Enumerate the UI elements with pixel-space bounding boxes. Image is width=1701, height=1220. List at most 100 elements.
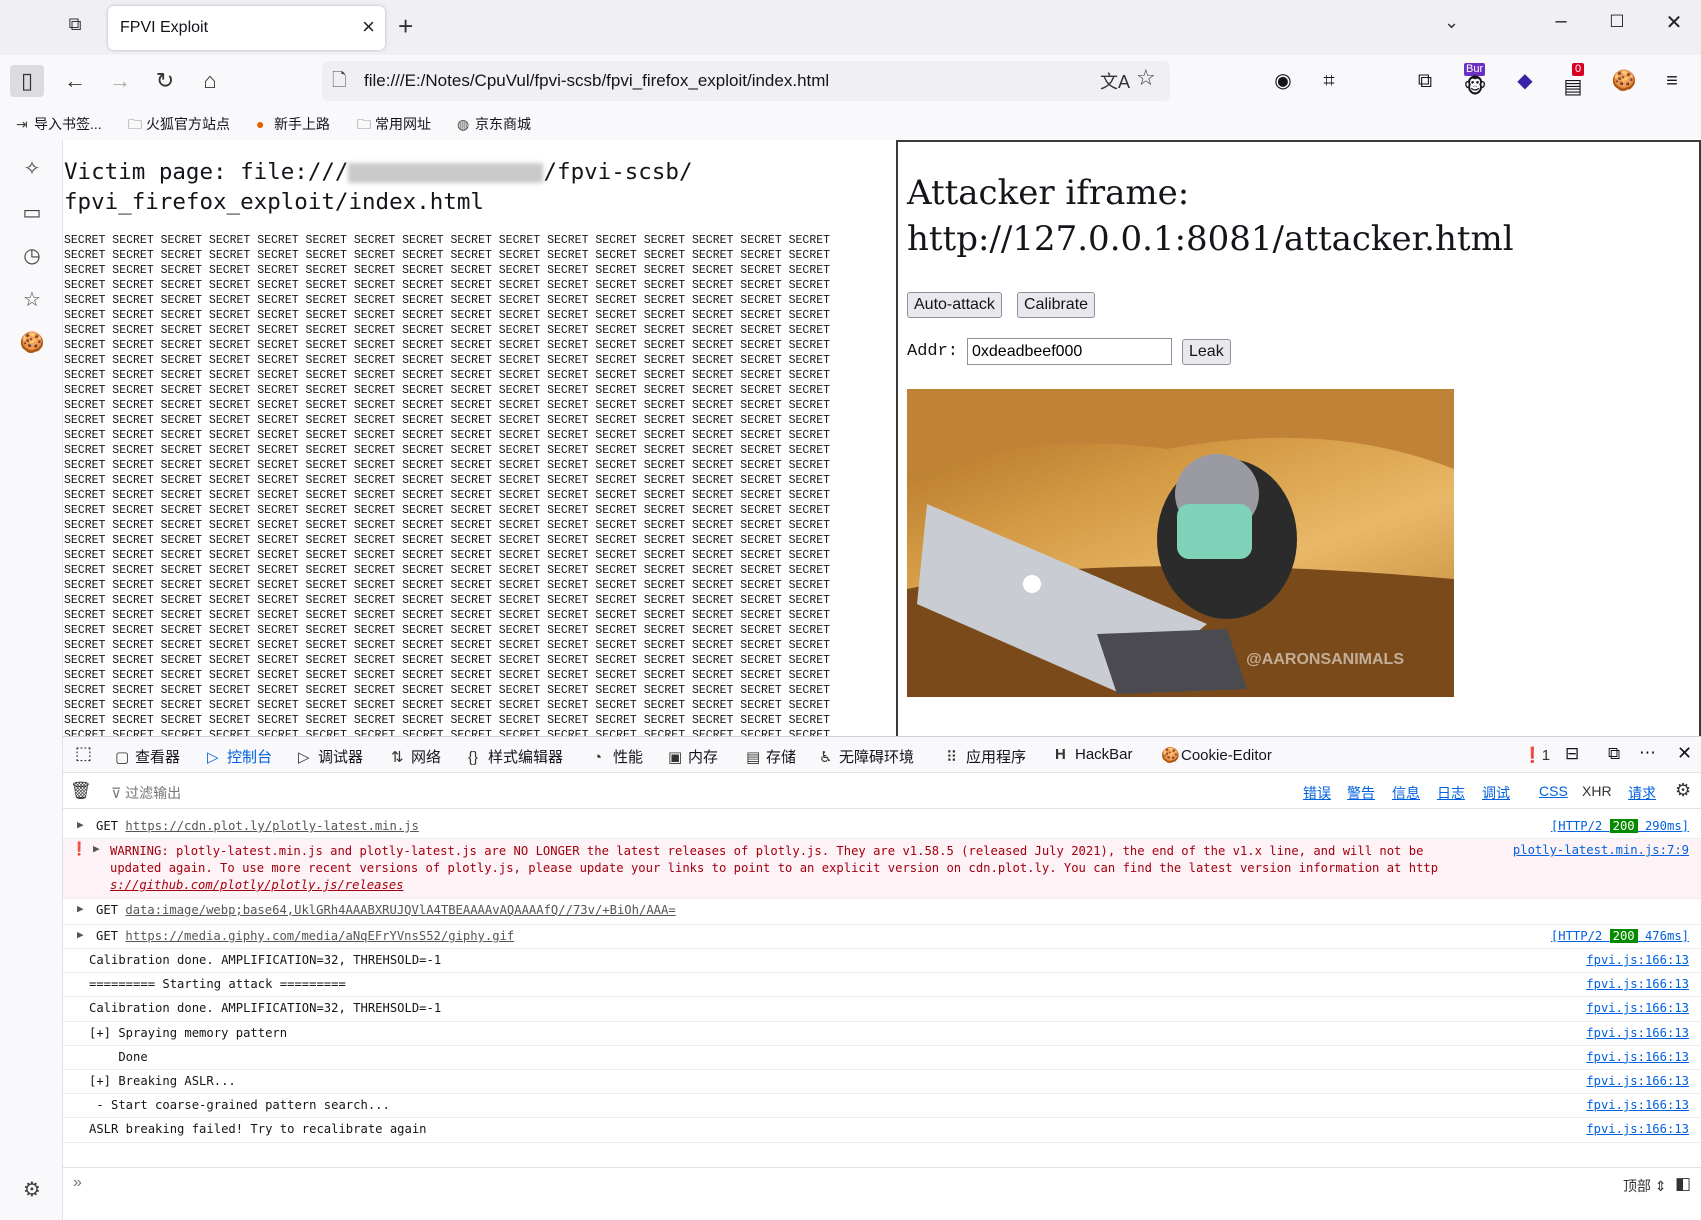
dock-icon[interactable]: ⧉	[1608, 744, 1620, 764]
tab-performance[interactable]: ◔ 性能	[593, 746, 643, 767]
extensions-puzzle-icon[interactable]: ⧉	[1408, 65, 1442, 97]
expand-arrow-icon[interactable]: ▶	[93, 842, 100, 855]
console-log-row[interactable]: - Start coarse-grained pattern search...…	[63, 1094, 1701, 1119]
console-log-row[interactable]: ASLR breaking failed! Try to recalibrate…	[63, 1118, 1701, 1143]
addr-input[interactable]	[967, 338, 1172, 365]
tab-accessibility[interactable]: ♿ 无障碍环境	[819, 746, 914, 767]
synced-tabs-icon[interactable]: ▭	[18, 200, 46, 228]
source-location[interactable]: fpvi.js:166:13	[1586, 1026, 1689, 1040]
cookie-extension-icon[interactable]: 🍪	[1607, 65, 1641, 97]
source-location[interactable]: fpvi.js:166:13	[1586, 1074, 1689, 1088]
split-console-icon[interactable]: ⊟	[1565, 744, 1579, 764]
console-network-row[interactable]: ▶ GET data:image/webp;base64,UklGRh4AAAB…	[63, 899, 1701, 925]
tab-network[interactable]: ⇅ 网络	[391, 746, 441, 767]
filter-errors[interactable]: 错误	[1303, 783, 1331, 803]
close-window-icon[interactable]: ✕	[1654, 10, 1694, 35]
source-location[interactable]: fpvi.js:166:13	[1586, 977, 1689, 991]
bookmark-folder-common[interactable]: 🗀 常用网址	[357, 114, 431, 138]
new-tab-icon[interactable]: +	[398, 12, 413, 40]
settings-gear-icon[interactable]: ⚙	[18, 1177, 46, 1205]
console-network-row[interactable]: ▶ GET https://media.giphy.com/media/aNqE…	[63, 925, 1701, 949]
url-bar[interactable]: 🗋 file:///E:/Notes/CpuVul/fpvi-scsb/fpvi…	[322, 61, 1170, 101]
console-log-row[interactable]: Calibration done. AMPLIFICATION=32, THRE…	[63, 997, 1701, 1022]
tab-memory[interactable]: ▣ 内存	[668, 746, 718, 767]
console-settings-gear-icon[interactable]: ⚙	[1675, 780, 1691, 801]
minimize-icon[interactable]: –	[1541, 10, 1581, 33]
forward-icon[interactable]: →	[103, 65, 137, 97]
request-meta[interactable]: [HTTP/2 200 476ms]	[1551, 929, 1689, 943]
console-network-row[interactable]: ▶ GET https://cdn.plot.ly/plotly-latest.…	[63, 815, 1701, 839]
console-error-row[interactable]: ❗ ▶ WARNING: plotly-latest.min.js and pl…	[63, 839, 1701, 899]
diamond-extension-icon[interactable]: ◆	[1508, 65, 1542, 97]
tab-list-icon[interactable]: ⧉	[60, 14, 90, 42]
tab-active[interactable]: FPVI Exploit ×	[108, 6, 385, 50]
close-tab-icon[interactable]: ×	[362, 15, 375, 39]
source-location[interactable]: fpvi.js:166:13	[1586, 1001, 1689, 1015]
console-log-row[interactable]: Done fpvi.js:166:13	[63, 1046, 1701, 1070]
filter-requests[interactable]: 请求	[1628, 783, 1656, 803]
source-location[interactable]: plotly-latest.min.js:7:9	[1513, 843, 1689, 857]
bookmark-star-icon[interactable]: ☆	[1136, 65, 1156, 91]
cookie-icon[interactable]: 🍪	[18, 330, 46, 358]
tab-cookie-editor[interactable]: 🍪Cookie-Editor	[1161, 746, 1272, 764]
filter-css[interactable]: CSS	[1539, 783, 1568, 799]
reload-icon[interactable]: ↻	[148, 65, 182, 97]
source-location[interactable]: fpvi.js:166:13	[1586, 953, 1689, 967]
tab-style-editor[interactable]: {} 样式编辑器	[468, 746, 563, 767]
filter-warnings[interactable]: 警告	[1347, 783, 1375, 803]
element-picker-icon[interactable]: ⬚	[75, 743, 92, 764]
filter-logs[interactable]: 日志	[1437, 783, 1465, 803]
translate-icon[interactable]: 文A	[1100, 68, 1130, 94]
home-icon[interactable]: ⌂	[193, 65, 227, 97]
bookmark-import[interactable]: ⇥ 导入书签...	[16, 114, 102, 134]
tab-application[interactable]: ⠿ 应用程序	[946, 746, 1026, 767]
request-url[interactable]: data:image/webp;base64,UklGRh4AAABXRUJQV…	[125, 903, 675, 917]
console-log-row[interactable]: [+] Spraying memory pattern fpvi.js:166:1…	[63, 1022, 1701, 1046]
source-location[interactable]: fpvi.js:166:13	[1586, 1122, 1689, 1136]
tab-console[interactable]: ▷ 控制台	[207, 746, 272, 767]
tab-inspector[interactable]: ▢ 查看器	[115, 746, 180, 767]
context-selector[interactable]: 顶部 ⇕	[1623, 1176, 1667, 1196]
console-log-row[interactable]: Calibration done. AMPLIFICATION=32, THRE…	[63, 949, 1701, 974]
maximize-icon[interactable]: ☐	[1597, 12, 1637, 32]
more-options-icon[interactable]: ⋯	[1639, 743, 1656, 763]
console-input[interactable]: » 顶部 ⇕ ◧	[63, 1167, 1701, 1220]
tab-debugger[interactable]: ▷ 调试器	[298, 746, 363, 767]
tab-hackbar[interactable]: H HackBar	[1055, 746, 1133, 763]
expand-arrow-icon[interactable]: ▶	[77, 818, 84, 831]
url-text[interactable]: file:///E:/Notes/CpuVul/fpvi-scsb/fpvi_f…	[364, 71, 829, 91]
auto-attack-button[interactable]: Auto-attack	[907, 292, 1002, 318]
request-url[interactable]: https://cdn.plot.ly/plotly-latest.min.js	[125, 819, 419, 833]
tab-storage[interactable]: ▤ 存储	[746, 746, 796, 767]
menu-hamburger-icon[interactable]: ≡	[1655, 65, 1689, 97]
bookmarks-star-icon[interactable]: ☆	[18, 287, 46, 315]
expand-arrow-icon[interactable]: ▶	[77, 928, 84, 941]
close-devtools-icon[interactable]: ✕	[1677, 743, 1692, 764]
history-icon[interactable]: ◷	[18, 243, 46, 271]
request-url[interactable]: https://media.giphy.com/media/aNqEFrYVns…	[125, 929, 514, 943]
source-location[interactable]: fpvi.js:166:13	[1586, 1098, 1689, 1112]
calibrate-button[interactable]: Calibrate	[1017, 292, 1096, 318]
filter-debug[interactable]: 调试	[1482, 783, 1510, 803]
source-location[interactable]: fpvi.js:166:13	[1586, 1050, 1689, 1064]
request-meta[interactable]: [HTTP/2 200 290ms]	[1551, 819, 1689, 833]
editor-mode-icon[interactable]: ◧	[1675, 1174, 1691, 1194]
console-log-row[interactable]: ========= Starting attack ========= fpvi.…	[63, 973, 1701, 998]
back-icon[interactable]: ←	[58, 65, 92, 97]
filter-info[interactable]: 信息	[1392, 783, 1420, 803]
bookmark-jd[interactable]: ◍ 京东商城	[457, 114, 531, 134]
sidebar-toggle-icon[interactable]: ▯	[10, 65, 44, 97]
error-count-badge[interactable]: ❗1	[1523, 746, 1550, 764]
chevron-down-icon[interactable]: ⌄	[1444, 12, 1459, 33]
filter-input[interactable]: ⊽ 过滤输出	[111, 783, 181, 803]
console-log-row[interactable]: [+] Breaking ASLR... fpvi.js:166:13	[63, 1070, 1701, 1095]
leak-button[interactable]: Leak	[1182, 339, 1231, 365]
trash-icon[interactable]: 🗑	[70, 781, 92, 801]
burp-extension-icon[interactable]: Bur 🐵	[1458, 63, 1492, 98]
expand-arrow-icon[interactable]: ▶	[77, 902, 84, 915]
bookmark-getting-started[interactable]: ● 新手上路	[256, 114, 330, 134]
ublock-extension-icon[interactable]: 0 ▤	[1556, 63, 1590, 98]
bookmark-folder-firefox[interactable]: 🗀 火狐官方站点	[128, 114, 230, 138]
ai-sparkle-icon[interactable]: ✧	[18, 156, 46, 184]
crop-screenshot-icon[interactable]: ⌗	[1312, 65, 1346, 97]
